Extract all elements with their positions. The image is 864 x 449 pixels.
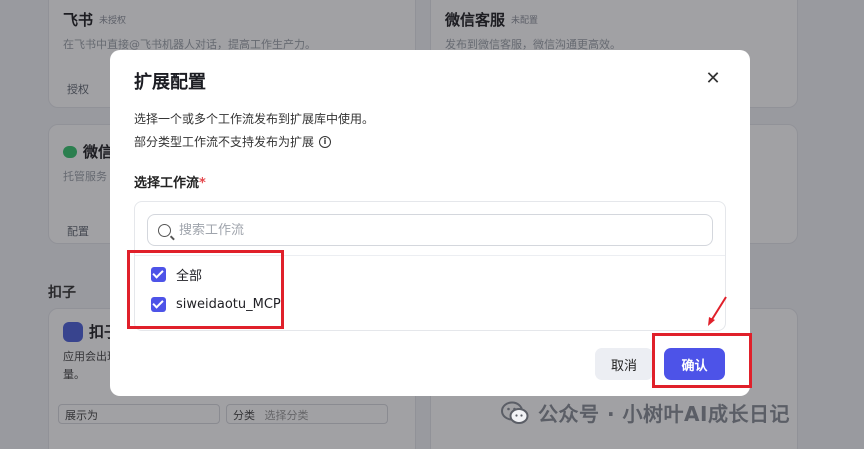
dialog-description: 选择一个或多个工作流发布到扩展库中使用。: [134, 112, 375, 126]
workflow-field-label: 选择工作流*: [134, 172, 206, 191]
info-icon[interactable]: i: [319, 135, 332, 148]
field-label-text: 选择工作流: [134, 176, 200, 191]
watermark: 公众号 · 小树叶AI成长日记: [500, 398, 790, 427]
search-icon: [158, 223, 171, 237]
annotation-box-options: [127, 250, 284, 329]
workflow-search-input[interactable]: [179, 222, 679, 238]
close-icon[interactable]: ✕: [704, 70, 722, 88]
cancel-button[interactable]: 取消: [595, 348, 653, 380]
dialog-note-text: 部分类型工作流不支持发布为扩展: [134, 135, 315, 149]
annotation-box-confirm: [652, 333, 752, 388]
required-mark: *: [199, 176, 206, 191]
workflow-search[interactable]: [147, 214, 713, 246]
watermark-text: 公众号 · 小树叶AI成长日记: [538, 402, 790, 426]
wechat-logo-icon: [501, 401, 529, 424]
dialog-title: 扩展配置: [134, 72, 206, 93]
annotation-arrow-icon: [708, 296, 727, 326]
dialog-note: 部分类型工作流不支持发布为扩展 i: [134, 133, 332, 150]
